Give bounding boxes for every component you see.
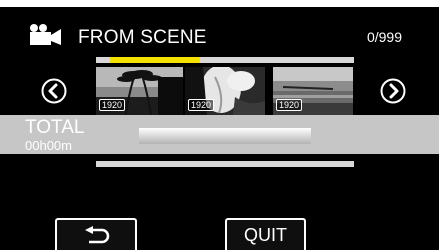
chevron-left-icon[interactable] — [41, 78, 67, 104]
total-panel: TOTAL 00h00m — [0, 115, 439, 154]
divider-bar — [96, 161, 354, 167]
video-camera-icon — [30, 24, 61, 45]
quit-button[interactable]: QUIT — [225, 218, 306, 250]
scene-counter: 0/999 — [366, 29, 402, 45]
resolution-badge: 1920 — [188, 99, 215, 111]
thumbnail-strip: 1920 1920 1920 — [96, 67, 358, 115]
thumbnail-item[interactable]: 1920 — [96, 67, 183, 115]
scrubber-indicator — [110, 57, 200, 63]
camcorder-screen: FROM SCENE 0/999 1920 1920 1920 TOTAL 00… — [0, 7, 439, 250]
total-time: 00h00m — [25, 138, 72, 153]
back-button[interactable] — [55, 218, 137, 250]
total-duration-bar — [139, 128, 311, 144]
thumbnail-item[interactable]: 1920 — [273, 67, 353, 115]
return-arrow-icon — [85, 226, 110, 244]
total-label: TOTAL — [25, 117, 85, 138]
scene-scrubber[interactable] — [96, 57, 354, 63]
screen-title: FROM SCENE — [78, 27, 207, 48]
chevron-right-icon[interactable] — [380, 78, 406, 104]
resolution-badge: 1920 — [276, 99, 303, 111]
header-row: FROM SCENE 0/999 — [0, 7, 439, 53]
resolution-badge: 1920 — [99, 99, 126, 111]
thumbnail-item[interactable]: 1920 — [185, 67, 265, 115]
